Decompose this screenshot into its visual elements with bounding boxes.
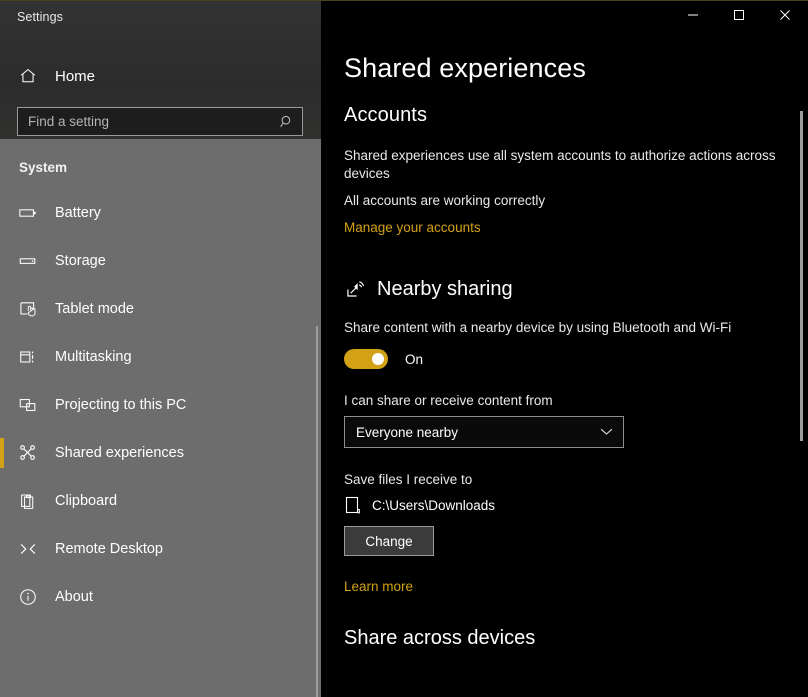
share-from-dropdown[interactable]: Everyone nearby — [344, 416, 624, 448]
window-controls — [670, 1, 808, 33]
info-icon — [17, 586, 39, 608]
nearby-sharing-description: Share content with a nearby device by us… — [344, 319, 784, 337]
sidebar-item-multitasking[interactable]: Multitasking — [0, 333, 321, 381]
save-path-value: C:\Users\Downloads — [372, 498, 495, 513]
accounts-description: Shared experiences use all system accoun… — [344, 147, 784, 183]
battery-icon — [17, 202, 39, 224]
nearby-sharing-header: Nearby sharing — [344, 277, 794, 301]
sidebar-item-label: Shared experiences — [55, 445, 184, 461]
learn-more-link[interactable]: Learn more — [344, 579, 413, 594]
nearby-sharing-toggle-row: On — [344, 349, 794, 369]
sidebar-item-label: Remote Desktop — [55, 541, 163, 557]
page-title: Shared experiences — [344, 53, 586, 84]
sidebar-item-projecting-to-this-pc[interactable]: Projecting to this PC — [0, 381, 321, 429]
share-from-value: Everyone nearby — [356, 425, 458, 440]
folder-icon — [344, 495, 362, 515]
selection-accent-bar — [0, 390, 4, 420]
search-box[interactable] — [17, 107, 303, 136]
settings-window: Settings Home System — [0, 0, 808, 697]
selection-accent-bar — [0, 534, 4, 564]
sidebar-item-battery[interactable]: Battery — [0, 189, 321, 237]
sidebar-item-label: Clipboard — [55, 493, 117, 509]
close-icon — [779, 8, 791, 26]
projecting-icon — [17, 394, 39, 416]
sidebar-item-label: About — [55, 589, 93, 605]
settings-body: Accounts Shared experiences use all syst… — [344, 104, 794, 650]
sidebar-item-home[interactable]: Home — [0, 59, 321, 93]
search-icon[interactable] — [274, 109, 300, 135]
nearby-sharing-toggle[interactable] — [344, 349, 388, 369]
sidebar-item-storage[interactable]: Storage — [0, 237, 321, 285]
selection-accent-bar — [0, 342, 4, 372]
minimize-icon — [687, 8, 699, 26]
nearby-sharing-toggle-state: On — [405, 352, 423, 367]
remote-desktop-icon — [17, 538, 39, 560]
selection-accent-bar — [0, 486, 4, 516]
sidebar-item-label: Multitasking — [55, 349, 132, 365]
sidebar-home-label: Home — [55, 68, 95, 85]
multitasking-icon — [17, 346, 39, 368]
sidebar-item-tablet-mode[interactable]: Tablet mode — [0, 285, 321, 333]
selection-accent-bar — [0, 438, 4, 468]
save-files-label: Save files I receive to — [344, 472, 794, 487]
nearby-sharing-title: Nearby sharing — [377, 278, 513, 301]
sidebar-item-label: Projecting to this PC — [55, 397, 186, 413]
shared-experiences-icon — [17, 442, 39, 464]
manage-your-accounts-link[interactable]: Manage your accounts — [344, 220, 481, 235]
home-icon — [17, 65, 39, 87]
selection-accent-bar — [0, 246, 4, 276]
chevron-down-icon — [600, 423, 613, 441]
maximize-button[interactable] — [716, 1, 762, 33]
share-from-label: I can share or receive content from — [344, 393, 794, 408]
sidebar-nav-list: Battery Storage — [0, 189, 321, 621]
selection-accent-bar — [0, 198, 4, 228]
minimize-button[interactable] — [670, 1, 716, 33]
tablet-mode-icon — [17, 298, 39, 320]
selection-accent-bar — [0, 582, 4, 612]
main-scrollbar-thumb[interactable] — [800, 111, 803, 441]
sidebar-item-remote-desktop[interactable]: Remote Desktop — [0, 525, 321, 573]
sidebar-item-label: Storage — [55, 253, 106, 269]
nearby-share-icon — [344, 277, 368, 301]
save-path-row: C:\Users\Downloads — [344, 495, 794, 515]
sidebar-item-about[interactable]: About — [0, 573, 321, 621]
change-button[interactable]: Change — [344, 526, 434, 556]
main-content: Shared experiences Accounts Shared exper… — [321, 1, 808, 697]
sidebar-item-label: Battery — [55, 205, 101, 221]
sidebar: Settings Home System — [0, 1, 321, 697]
search-input[interactable] — [18, 113, 274, 130]
storage-icon — [17, 250, 39, 272]
sidebar-item-clipboard[interactable]: Clipboard — [0, 477, 321, 525]
sidebar-item-shared-experiences[interactable]: Shared experiences — [0, 429, 321, 477]
accounts-status: All accounts are working correctly — [344, 192, 784, 210]
close-button[interactable] — [762, 1, 808, 33]
selection-accent-bar — [0, 294, 4, 324]
share-across-devices-heading: Share across devices — [344, 627, 794, 650]
accounts-heading: Accounts — [344, 104, 794, 127]
maximize-icon — [733, 8, 745, 26]
clipboard-icon — [17, 490, 39, 512]
sidebar-scrollbar[interactable] — [316, 326, 318, 697]
toggle-knob — [372, 353, 384, 365]
sidebar-section-heading: System — [19, 160, 67, 175]
window-title: Settings — [17, 10, 63, 24]
sidebar-item-label: Tablet mode — [55, 301, 134, 317]
